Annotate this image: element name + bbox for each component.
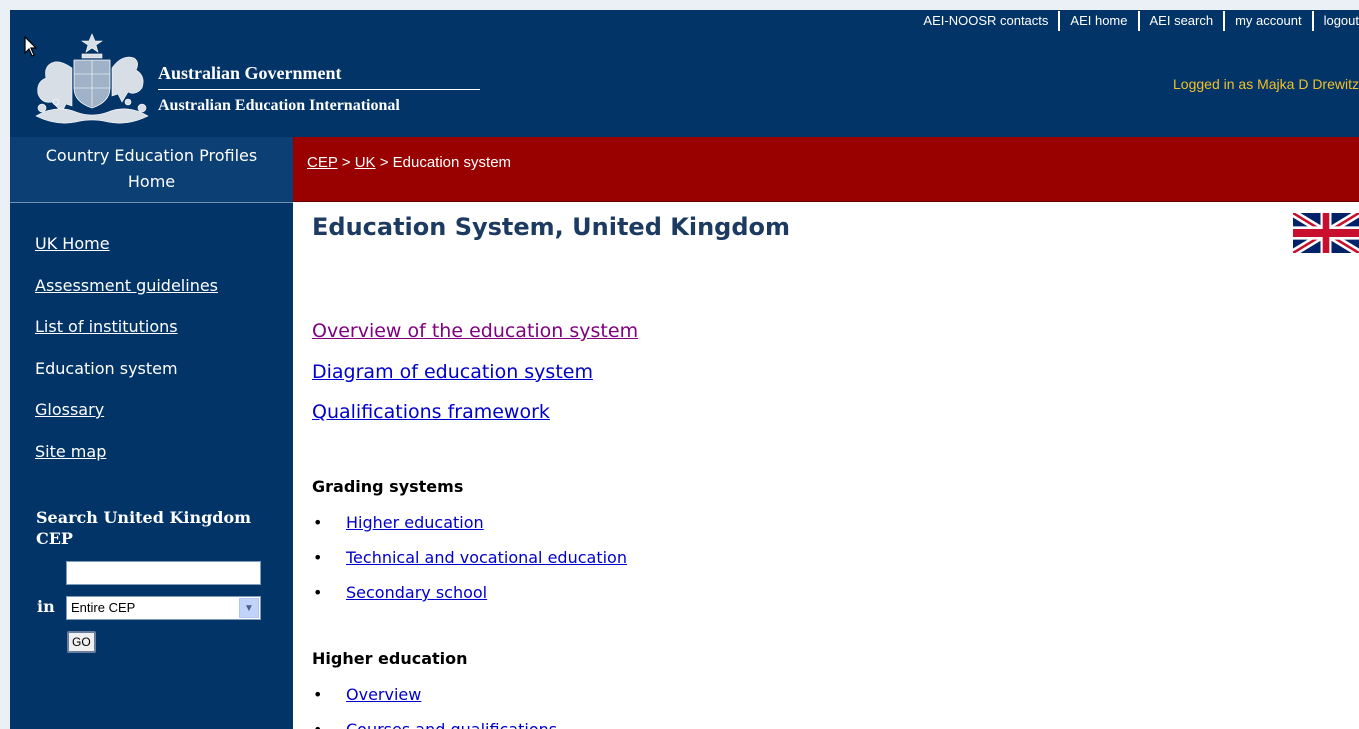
overview-link[interactable]: Overview of the education system [312,320,638,342]
breadcrumb-uk-link[interactable]: UK [355,154,376,171]
breadcrumb-separator: > [375,154,393,171]
cep-home-line1: Country Education Profiles [45,146,258,165]
sidebar-item-glossary: Glossary [35,400,218,442]
main-content: Education System, United Kingdom Overvie… [293,202,1359,729]
main-links: Overview of the education system Diagram… [312,320,638,442]
sidebar-nav: UK Home Assessment guidelines List of in… [35,234,218,483]
qualifications-framework-link[interactable]: Qualifications framework [312,401,550,423]
sidebar-item-list-of-institutions: List of institutions [35,317,218,359]
list-item: • Secondary school [312,583,627,618]
breadcrumb-bar: CEP > UK > Education system [293,137,1359,202]
site-header: AEI-NOOSR contacts AEI home AEI search m… [10,10,1359,137]
logout-link[interactable]: logout [1311,11,1359,31]
bullet: • [313,685,323,704]
dropdown-arrow-icon[interactable]: ▼ [239,598,259,618]
aei-noosr-contacts-link[interactable]: AEI-NOOSR contacts [913,11,1058,31]
sidebar-item-assessment-guidelines: Assessment guidelines [35,276,218,318]
browser-viewport: AEI-NOOSR contacts AEI home AEI search m… [10,10,1359,729]
sidebar-current-item: Education system [35,358,178,378]
logged-in-status: Logged in as Majka D Drewitz [1173,76,1359,92]
grading-higher-education-link[interactable]: Higher education [346,513,484,532]
search-scope-value: Entire CEP [71,600,136,615]
cep-home-line2: Home [127,172,176,191]
search-scope-select[interactable]: Entire CEP ▼ [66,596,261,620]
uk-flag-icon [1293,213,1359,253]
search-input[interactable] [66,561,261,585]
list-item: Overview of the education system [312,320,638,361]
sidebar-link[interactable]: Site map [35,442,106,461]
bullet: • [313,513,323,532]
grading-secondary-school-link[interactable]: Secondary school [346,583,487,602]
organisation-title: Australian Education International [158,97,400,114]
aei-home-link[interactable]: AEI home [1058,11,1137,31]
sidebar: Country Education Profiles Home UK Home … [10,137,293,729]
list-item: •Courses and qualifications [312,720,557,729]
search-heading: Search United Kingdom CEP [36,508,252,548]
grading-tve-link[interactable]: Technical and vocational education [346,548,627,567]
search-scope-label: in [37,597,55,616]
list-item: • Overview [312,685,557,720]
list-item: Diagram of education system [312,361,638,402]
sidebar-link[interactable]: UK Home [35,234,110,253]
sidebar-link[interactable]: List of institutions [35,317,178,336]
higher-overview-link[interactable]: Overview [346,685,421,704]
bullet: • [312,720,346,729]
brand-divider [158,89,480,90]
top-links: AEI-NOOSR contacts AEI home AEI search m… [913,10,1359,32]
breadcrumb: CEP > UK > Education system [307,154,511,171]
sidebar-item-education-system: Education system [35,359,218,401]
government-title: Australian Government [158,63,342,83]
sidebar-item-site-map: Site map [35,442,218,484]
bullet: • [313,583,323,602]
coat-of-arms-icon [35,33,149,124]
grading-systems-list: • Higher education • Technical and vocatio… [312,513,627,618]
cep-home-link[interactable]: Country Education Profiles Home [10,137,293,203]
my-account-link[interactable]: my account [1223,11,1311,31]
go-button[interactable]: GO [67,631,96,653]
list-item: Qualifications framework [312,401,638,442]
list-item: • Technical and vocational education [312,548,627,583]
breadcrumb-separator: > [337,154,355,171]
page-title: Education System, United Kingdom [312,213,791,241]
breadcrumb-cep-link[interactable]: CEP [307,154,338,171]
aei-search-link[interactable]: AEI search [1137,11,1224,31]
breadcrumb-current: Education system [392,154,512,171]
sidebar-link[interactable]: Assessment guidelines [35,276,218,295]
brand-block: Australian Government Australian Educati… [158,62,480,116]
higher-education-list: •Overview •Courses and qualifications [312,685,557,729]
sidebar-link[interactable]: Glossary [35,400,104,419]
grading-systems-heading: Grading systems [312,477,464,496]
diagram-link[interactable]: Diagram of education system [312,361,593,383]
bullet: • [313,548,323,567]
list-item: • Higher education [312,513,627,548]
pointer-cursor-icon [24,36,38,57]
sidebar-item-uk-home: UK Home [35,234,218,276]
courses-qualifications-link[interactable]: Courses and qualifications [346,720,557,729]
higher-education-heading: Higher education [312,649,468,668]
